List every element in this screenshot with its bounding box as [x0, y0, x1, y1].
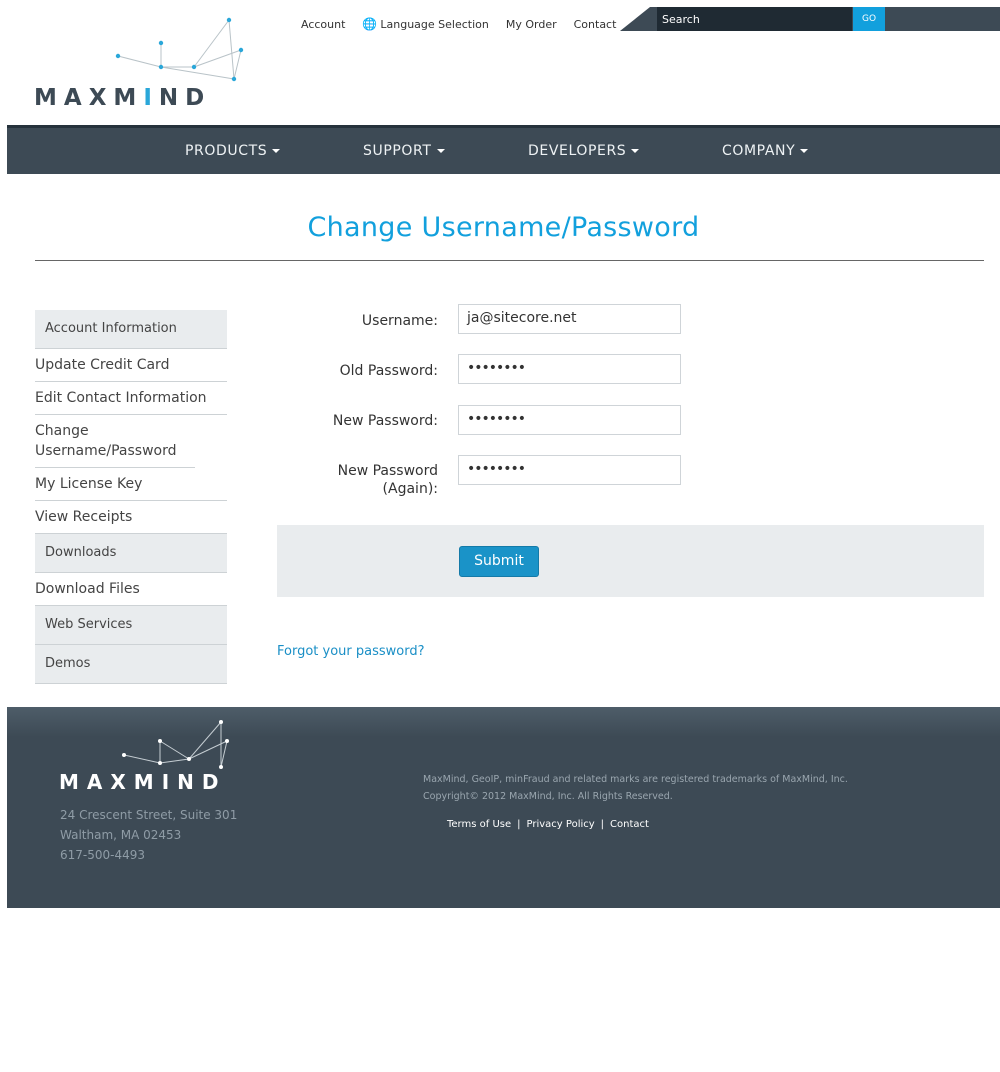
nav-products[interactable]: PRODUCTS	[185, 143, 281, 159]
maxmind-logo[interactable]: MAXMIND	[32, 17, 262, 117]
nav-company[interactable]: COMPANY	[722, 143, 809, 159]
sidebar-item-update-credit-card[interactable]: Update Credit Card	[35, 349, 227, 382]
caret-down-icon	[436, 149, 445, 153]
title-divider	[35, 260, 984, 261]
search-bar-notch	[620, 7, 650, 31]
sidebar-item-view-receipts[interactable]: View Receipts	[35, 501, 227, 534]
footer-separator: |	[600, 819, 605, 830]
nav-developers[interactable]: DEVELOPERS	[528, 143, 640, 159]
username-field[interactable]: ja@sitecore.net	[458, 304, 681, 334]
nav-support[interactable]: SUPPORT	[363, 143, 445, 159]
footer-legal: MaxMind, GeoIP, minFraud and related mar…	[423, 771, 848, 805]
caret-down-icon	[800, 149, 809, 153]
topnav-contact-link[interactable]: Contact	[574, 17, 617, 31]
footer-phone: 617-500-4493	[60, 848, 146, 862]
username-label: Username:	[361, 313, 438, 329]
sidebar-heading-web-services[interactable]: Web Services	[35, 606, 227, 645]
caret-down-icon	[631, 149, 640, 153]
new-password-field[interactable]: ••••••••	[458, 405, 681, 435]
account-sidebar: Account Information Update Credit Card E…	[35, 310, 227, 684]
footer-logo-wordmark: MAXMIND	[59, 770, 227, 794]
topnav-my-order-link[interactable]: My Order	[506, 17, 557, 31]
sidebar-heading-demos[interactable]: Demos	[35, 645, 227, 684]
caret-down-icon	[272, 149, 281, 153]
world-map-icon: 🌐	[362, 17, 378, 31]
submit-button[interactable]: Submit	[459, 546, 539, 577]
old-password-label: Old Password:	[339, 363, 438, 379]
logo-network-icon	[115, 17, 244, 82]
footer: MAXMIND 24 Crescent Street, Suite 301 Wa…	[7, 707, 1000, 908]
logo-wordmark: MAXMIND	[34, 85, 212, 111]
sidebar-item-change-password[interactable]: Change Username/Password	[35, 415, 195, 468]
sidebar-heading-downloads[interactable]: Downloads	[35, 534, 227, 573]
nav-developers-label: DEVELOPERS	[528, 143, 627, 159]
forgot-password-link[interactable]: Forgot your password?	[277, 644, 425, 659]
new-password-again-label-line2: (Again):	[382, 481, 438, 497]
topnav-account-link[interactable]: Account	[301, 17, 345, 31]
footer-address-line1: 24 Crescent Street, Suite 301	[60, 808, 238, 822]
footer-separator: |	[517, 819, 521, 830]
search-go-button[interactable]: GO	[853, 7, 885, 31]
footer-links: Terms of Use | Privacy Policy | Contact	[447, 819, 649, 830]
top-utility-nav: Account 🌐 Language Selection My Order Con…	[301, 17, 633, 31]
footer-privacy-link[interactable]: Privacy Policy	[527, 819, 595, 830]
footer-copyright: Copyright© 2012 MaxMind, Inc. All Rights…	[423, 791, 673, 802]
sidebar-item-edit-contact[interactable]: Edit Contact Information	[35, 382, 227, 415]
search-placeholder: Search	[662, 13, 700, 26]
new-password-again-field[interactable]: ••••••••	[458, 455, 681, 485]
new-password-label: New Password:	[332, 413, 438, 429]
main-nav: PRODUCTS SUPPORT DEVELOPERS COMPANY	[7, 125, 1000, 174]
footer-trademark: MaxMind, GeoIP, minFraud and related mar…	[423, 774, 848, 785]
page: MAXMIND Account 🌐 Language Selection My O…	[7, 7, 1000, 1072]
nav-company-label: COMPANY	[722, 143, 796, 159]
nav-products-label: PRODUCTS	[185, 143, 268, 159]
page-title: Change Username/Password	[307, 212, 700, 243]
footer-address: 24 Crescent Street, Suite 301 Waltham, M…	[60, 805, 237, 865]
footer-contact-link[interactable]: Contact	[610, 819, 649, 830]
nav-support-label: SUPPORT	[363, 143, 432, 159]
sidebar-item-download-files[interactable]: Download Files	[35, 573, 227, 606]
new-password-again-label-line1: New Password	[337, 463, 438, 479]
footer-terms-link[interactable]: Terms of Use	[447, 819, 511, 830]
footer-address-line2: Waltham, MA 02453	[60, 828, 182, 842]
old-password-field[interactable]: ••••••••	[458, 354, 681, 384]
topnav-language-link[interactable]: 🌐 Language Selection	[362, 17, 488, 31]
submit-band	[277, 525, 984, 597]
new-password-again-label: New Password (Again):	[238, 462, 438, 498]
topnav-language-label: Language Selection	[380, 17, 489, 31]
sidebar-item-license-key[interactable]: My License Key	[35, 468, 227, 501]
sidebar-heading-account[interactable]: Account Information	[35, 310, 227, 349]
